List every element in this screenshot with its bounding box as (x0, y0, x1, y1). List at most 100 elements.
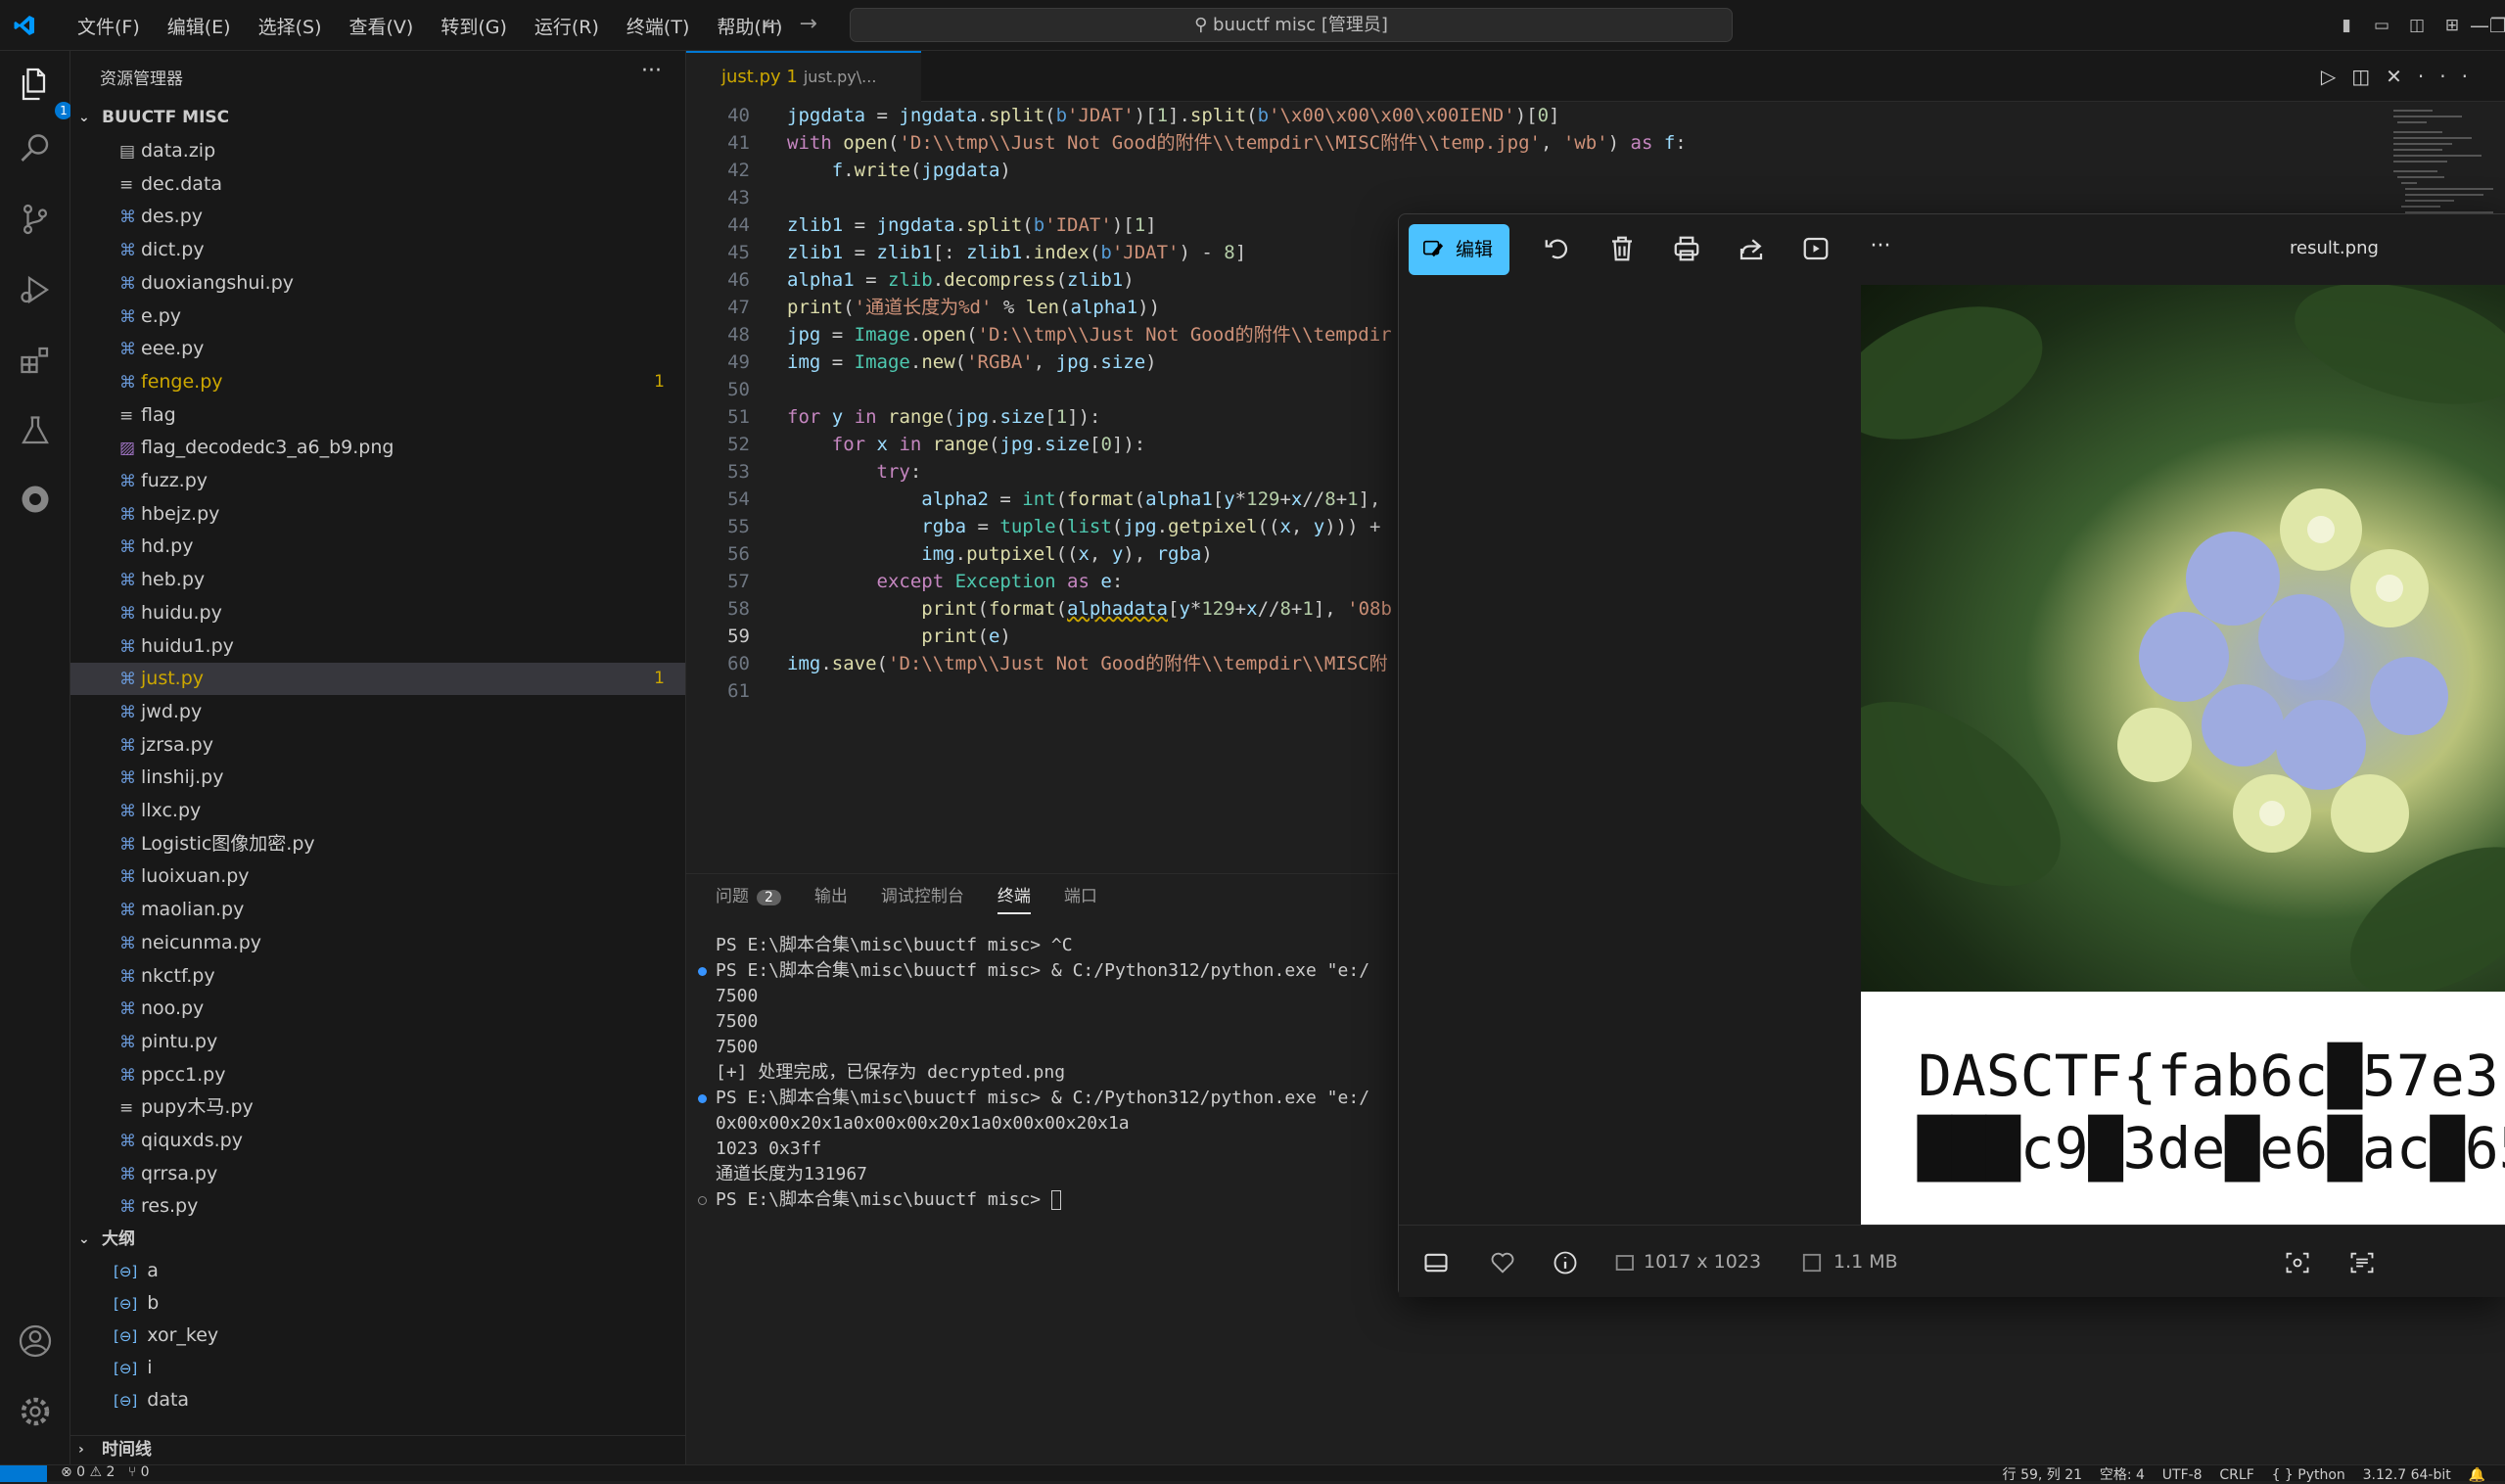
outline-item[interactable]: [⊖] b (70, 1287, 685, 1320)
file-item[interactable]: ⌘ neicunma.py (70, 927, 685, 959)
more-actions-icon[interactable]: ··· (2418, 65, 2483, 88)
source-control-icon[interactable] (18, 202, 53, 237)
terminal-output[interactable]: PS E:\脚本合集\misc\buuctf misc> ^C PS E:\脚本合… (698, 933, 1369, 1213)
status-problems[interactable]: ⊗ 0 ⚠ 2 (61, 1464, 115, 1480)
folder-section-header[interactable]: ⌄ BUUCTF MISC (70, 104, 685, 131)
forward-arrow-icon[interactable]: → (799, 12, 834, 36)
outline-item[interactable]: [⊖] xor_key (70, 1320, 685, 1352)
file-item[interactable]: ⌘ fuzz.py (70, 465, 685, 497)
command-status-dot-icon[interactable] (698, 967, 707, 976)
file-item[interactable]: ⌘ pintu.py (70, 1026, 685, 1058)
timeline-section-header[interactable]: › 时间线 (70, 1435, 685, 1462)
search-icon: ⚲ (1194, 15, 1214, 35)
panel-tab[interactable]: 终端 (997, 882, 1031, 914)
menu-item[interactable]: 选择(S) (245, 13, 336, 39)
file-item[interactable]: ⌘ linshij.py (70, 762, 685, 794)
outline-item[interactable]: [⊖] data (70, 1384, 685, 1416)
info-icon[interactable] (1552, 1249, 1579, 1276)
file-item[interactable]: ⌘ qrrsa.py (70, 1158, 685, 1190)
file-item[interactable]: ⌘ eee.py (70, 333, 685, 365)
file-item[interactable]: ⌘ res.py (70, 1190, 685, 1223)
file-item[interactable]: ⌘ des.py (70, 201, 685, 233)
more-options-icon[interactable]: ··· (1865, 234, 1896, 265)
file-item[interactable]: ≡ flag (70, 399, 685, 432)
file-item[interactable]: ⌘ jzrsa.py (70, 729, 685, 762)
file-item[interactable]: ⌘ heb.py (70, 564, 685, 596)
file-item[interactable]: ⌘ jwd.py (70, 696, 685, 728)
command-status-dot-icon[interactable] (698, 1094, 707, 1103)
slideshow-icon[interactable] (1800, 234, 1832, 265)
testing-flask-icon[interactable] (18, 413, 53, 448)
share-icon[interactable] (1736, 234, 1767, 265)
outline-item[interactable]: [⊖] a (70, 1255, 685, 1287)
tab-just-py[interactable]: just.py 1 just.py\... (686, 51, 921, 102)
toggle-secondary-sidebar-icon[interactable]: ◫ (2399, 16, 2435, 35)
file-item[interactable]: ▤ data.zip (70, 135, 685, 167)
search-icon[interactable] (18, 131, 53, 166)
panel-tab[interactable]: 输出 (814, 882, 848, 914)
status-ports[interactable]: ⑂ 0 (128, 1464, 150, 1480)
menu-item[interactable]: 转到(G) (427, 13, 521, 39)
run-debug-icon[interactable] (18, 272, 53, 307)
file-item[interactable]: ⌘ luoixuan.py (70, 860, 685, 893)
command-status-dot-icon[interactable] (698, 1196, 707, 1205)
file-item[interactable]: ≡ pupy木马.py (70, 1091, 685, 1124)
visual-search-icon[interactable] (2284, 1249, 2311, 1276)
file-item[interactable]: ≡ dec.data (70, 168, 685, 201)
explorer-icon[interactable]: 1 (18, 67, 72, 119)
file-item[interactable]: ⌘ ppcc1.py (70, 1059, 685, 1091)
file-item[interactable]: ⌘ huidu1.py (70, 630, 685, 663)
file-item[interactable]: ⌘ duoxiangshui.py (70, 267, 685, 300)
delete-icon[interactable] (1606, 234, 1638, 265)
remote-explorer-icon[interactable] (18, 482, 53, 517)
menu-item[interactable]: 编辑(E) (154, 13, 245, 39)
outline-item[interactable]: [⊖] i (70, 1352, 685, 1384)
file-item[interactable]: ⌘ maolian.py (70, 894, 685, 926)
toggle-sidebar-icon[interactable]: ▮ (2329, 16, 2364, 35)
file-name: huidu.py (141, 601, 222, 624)
more-actions-icon[interactable]: ··· (641, 59, 662, 83)
file-item[interactable]: ⌘ e.py (70, 301, 685, 333)
file-item[interactable]: ⌘ fenge.py 1 (70, 366, 685, 398)
menu-item[interactable]: 文件(F) (64, 13, 154, 39)
file-item[interactable]: ⌘ qiquxds.py (70, 1125, 685, 1157)
nav-arrows[interactable]: ←→ (764, 12, 835, 36)
panel-tab[interactable]: 问题 2 (716, 882, 781, 914)
panel-tab[interactable]: 端口 (1064, 882, 1097, 914)
print-icon[interactable] (1671, 234, 1702, 265)
file-item[interactable]: ⌘ just.py 1 (70, 663, 685, 696)
image-canvas[interactable]: DASCTF{fab6c█57e31█ ███c9█3de█e6█ac█65█ (1861, 285, 2505, 1225)
toggle-panel-icon[interactable]: ▭ (2364, 16, 2399, 35)
menu-item[interactable]: 运行(R) (521, 13, 613, 39)
rotate-icon[interactable] (1542, 234, 1573, 265)
file-item[interactable]: ⌘ hd.py (70, 531, 685, 563)
favorite-heart-icon[interactable] (1489, 1249, 1516, 1276)
settings-gear-icon[interactable] (18, 1394, 53, 1429)
edit-button[interactable]: 编辑 (1409, 224, 1509, 275)
close-editor-icon[interactable]: ✕ (2386, 65, 2418, 88)
menu-item[interactable]: 查看(V) (336, 13, 428, 39)
filmstrip-icon[interactable] (1422, 1249, 1450, 1276)
file-item[interactable]: ▨ flag_decodedc3_a6_b9.png (70, 432, 685, 464)
file-item[interactable]: ⌘ hbejz.py (70, 498, 685, 531)
maximize-icon[interactable]: ❐ (2489, 14, 2505, 37)
outline-section-header[interactable]: ⌄ 大纲 (70, 1226, 685, 1253)
command-center-search[interactable]: ⚲ buuctf misc [管理员] (850, 8, 1733, 42)
account-icon[interactable] (18, 1323, 53, 1359)
panel-tab[interactable]: 调试控制台 (881, 882, 964, 914)
text-scan-icon[interactable] (2348, 1249, 2376, 1276)
file-item[interactable]: ⌘ huidu.py (70, 597, 685, 629)
file-item[interactable]: ⌘ dict.py (70, 234, 685, 266)
menu-item[interactable]: 终端(T) (613, 13, 703, 39)
file-item[interactable]: ⌘ Logistic图像加密.py (70, 828, 685, 860)
extensions-icon[interactable] (18, 343, 53, 378)
file-item[interactable]: ⌘ noo.py (70, 993, 685, 1025)
run-python-icon[interactable]: ▷ (2321, 65, 2351, 88)
minimize-icon[interactable]: — (2470, 14, 2489, 37)
remote-indicator[interactable] (0, 1465, 47, 1482)
file-item[interactable]: ⌘ nkctf.py (70, 960, 685, 993)
customize-layout-icon[interactable]: ⊞ (2435, 16, 2470, 35)
split-editor-icon[interactable]: ◫ (2351, 65, 2386, 88)
back-arrow-icon[interactable]: ← (764, 12, 799, 36)
file-item[interactable]: ⌘ llxc.py (70, 795, 685, 827)
